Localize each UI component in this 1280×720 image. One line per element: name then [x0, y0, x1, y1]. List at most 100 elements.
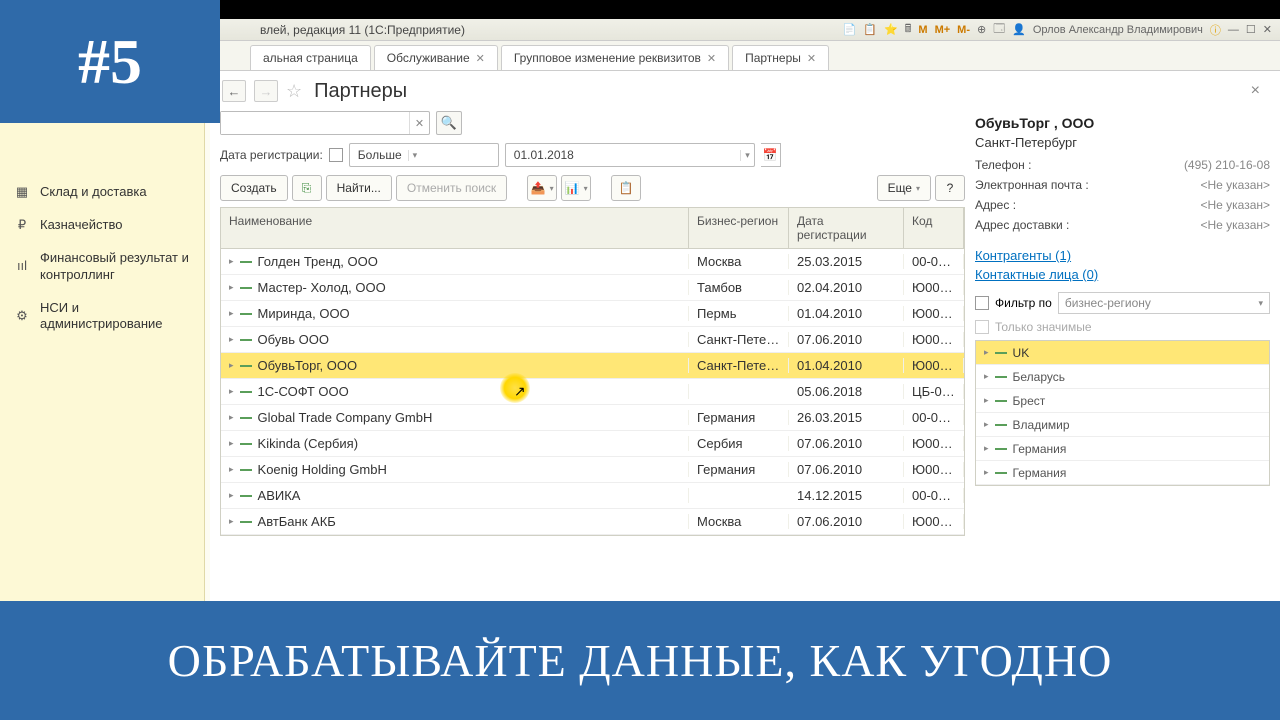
expand-icon[interactable]: ▸ — [229, 438, 234, 449]
table-row[interactable]: ▸АвтБанк АКБМосква07.06.2010Ю0000... — [221, 509, 964, 535]
region-item[interactable]: ▸Владимир — [976, 413, 1269, 437]
table-row[interactable]: ▸Голден Тренд, ОООМосква25.03.201500-000… — [221, 249, 964, 275]
nav-forward-button[interactable]: → — [254, 80, 278, 102]
field-value: <Не указан> — [1200, 198, 1270, 212]
minimize-icon[interactable]: — — [1226, 24, 1241, 36]
filter-by-select[interactable]: бизнес-региону▾ — [1058, 292, 1270, 314]
tool-icon[interactable]: ⭐ — [882, 23, 900, 36]
region-item[interactable]: ▸Беларусь — [976, 365, 1269, 389]
tabs-bar: альная страница Обслуживание✕ Групповое … — [210, 41, 1280, 71]
search-clear-icon[interactable]: ✕ — [409, 112, 429, 134]
expand-icon[interactable]: ▸ — [984, 467, 989, 478]
field-label: Адрес : — [975, 198, 1200, 212]
cancel-search-button[interactable]: Отменить поиск — [396, 175, 507, 201]
export-button[interactable]: 📤▾ — [527, 175, 557, 201]
operator-select[interactable]: Больше▾ — [349, 143, 499, 167]
tool-icon[interactable]: ⊕ — [975, 23, 988, 36]
region-item[interactable]: ▸Германия — [976, 461, 1269, 485]
table-row[interactable]: ▸Миринда, ОООПермь01.04.2010Ю0000... — [221, 301, 964, 327]
tab-close-icon[interactable]: ✕ — [807, 52, 816, 65]
region-item[interactable]: ▸UK — [976, 341, 1269, 365]
expand-icon[interactable]: ▸ — [229, 490, 234, 501]
sidebar-item[interactable]: ₽Казначейство — [0, 209, 204, 242]
expand-icon[interactable]: ▸ — [984, 371, 989, 382]
table-row[interactable]: ▸Обувь ОООСанкт-Петер...07.06.2010Ю0000.… — [221, 327, 964, 353]
close-icon[interactable]: ✕ — [1261, 23, 1274, 36]
expand-icon[interactable]: ▸ — [229, 464, 234, 475]
filter-by-checkbox[interactable] — [975, 296, 989, 310]
region-item[interactable]: ▸Брест — [976, 389, 1269, 413]
copy-button[interactable]: ⎘ — [292, 175, 322, 201]
tab[interactable]: альная страница — [250, 45, 371, 70]
report-button[interactable]: 📊▾ — [561, 175, 591, 201]
contacts-link[interactable]: Контактные лица (0) — [975, 267, 1098, 282]
nav-icon: ₽ — [14, 217, 30, 233]
search-field[interactable] — [221, 112, 409, 134]
only-significant-checkbox[interactable] — [975, 320, 989, 334]
expand-icon[interactable]: ▸ — [984, 347, 989, 358]
favorite-icon[interactable]: ☆ — [286, 81, 302, 102]
sidebar-item[interactable]: ▦Склад и доставка — [0, 176, 204, 209]
table-row[interactable]: ▸Koenig Holding GmbHГермания07.06.2010Ю0… — [221, 457, 964, 483]
page-header: ← → ☆ Партнеры × — [210, 71, 1280, 111]
info-icon[interactable]: ⓘ — [1208, 22, 1223, 38]
tool-icon[interactable]: 🗔 — [991, 20, 1007, 39]
expand-icon[interactable]: ▸ — [229, 516, 234, 527]
counterparties-link[interactable]: Контрагенты (1) — [975, 248, 1071, 263]
mem-m-icon[interactable]: M — [916, 24, 929, 36]
expand-icon[interactable]: ▸ — [229, 412, 234, 423]
expand-icon[interactable]: ▸ — [229, 256, 234, 267]
expand-icon[interactable]: ▸ — [229, 282, 234, 293]
table-row[interactable]: ▸ОбувьТорг, ОООСанкт-Петер...01.04.2010Ю… — [221, 353, 964, 379]
field-label: Телефон : — [975, 158, 1184, 172]
sidebar-item[interactable]: ⚙НСИ и администрирование — [0, 292, 204, 342]
expand-icon[interactable]: ▸ — [229, 334, 234, 345]
tool-icon[interactable]: 🖩 — [903, 20, 914, 39]
table-row[interactable]: ▸1С-СОФТ ООО05.06.2018ЦБ-000... — [221, 379, 964, 405]
date-input[interactable]: 01.01.2018 ▾ — [505, 143, 755, 167]
tab[interactable]: Групповое изменение реквизитов✕ — [501, 45, 729, 70]
item-icon — [995, 400, 1007, 402]
nav-icon: ▦ — [14, 184, 30, 200]
table-row[interactable]: ▸Kikinda (Сербия)Сербия07.06.2010Ю0000..… — [221, 431, 964, 457]
tool-icon[interactable]: 📋 — [861, 23, 879, 36]
col-header[interactable]: Дата регистрации — [789, 208, 904, 248]
expand-icon[interactable]: ▸ — [229, 386, 234, 397]
grid-header: Наименование Бизнес-регион Дата регистра… — [221, 208, 964, 249]
mem-mplus-icon[interactable]: M+ — [933, 24, 953, 36]
video-badge: #5 — [0, 0, 220, 123]
detail-title: ОбувьТорг , ООО — [975, 115, 1270, 131]
expand-icon[interactable]: ▸ — [984, 419, 989, 430]
tab[interactable]: Обслуживание✕ — [374, 45, 498, 70]
filter-checkbox[interactable] — [329, 148, 343, 162]
region-item[interactable]: ▸Германия — [976, 437, 1269, 461]
create-button[interactable]: Создать — [220, 175, 288, 201]
nav-icon: ⚙ — [14, 308, 30, 324]
table-row[interactable]: ▸Мастер- Холод, ОООТамбов02.04.2010Ю0000… — [221, 275, 964, 301]
list-button[interactable]: 📋 — [611, 175, 641, 201]
expand-icon[interactable]: ▸ — [229, 360, 234, 371]
col-header[interactable]: Наименование — [221, 208, 689, 248]
expand-icon[interactable]: ▸ — [984, 443, 989, 454]
help-button[interactable]: ? — [935, 175, 965, 201]
col-header[interactable]: Код — [904, 208, 964, 248]
more-button[interactable]: Еще ▾ — [877, 175, 931, 201]
mem-mminus-icon[interactable]: M- — [955, 24, 972, 36]
tab-close-icon[interactable]: ✕ — [707, 52, 716, 65]
tab-active[interactable]: Партнеры✕ — [732, 45, 829, 70]
search-button[interactable]: 🔍 — [436, 111, 462, 135]
page-close-icon[interactable]: × — [1251, 82, 1268, 100]
col-header[interactable]: Бизнес-регион — [689, 208, 789, 248]
find-button[interactable]: Найти... — [326, 175, 392, 201]
nav-back-button[interactable]: ← — [222, 80, 246, 102]
table-row[interactable]: ▸АВИКА14.12.201500-000... — [221, 483, 964, 509]
expand-icon[interactable]: ▸ — [229, 308, 234, 319]
sidebar-item[interactable]: ıılФинансовый результат и контроллинг — [0, 242, 204, 292]
tab-close-icon[interactable]: ✕ — [476, 52, 485, 65]
tool-icon[interactable]: 📄 — [841, 23, 859, 36]
table-row[interactable]: ▸Global Trade Company GmbHГермания26.03.… — [221, 405, 964, 431]
expand-icon[interactable]: ▸ — [984, 395, 989, 406]
maximize-icon[interactable]: ☐ — [1244, 23, 1258, 36]
search-input[interactable]: ✕ — [220, 111, 430, 135]
calendar-icon[interactable]: 📅 — [761, 143, 781, 167]
